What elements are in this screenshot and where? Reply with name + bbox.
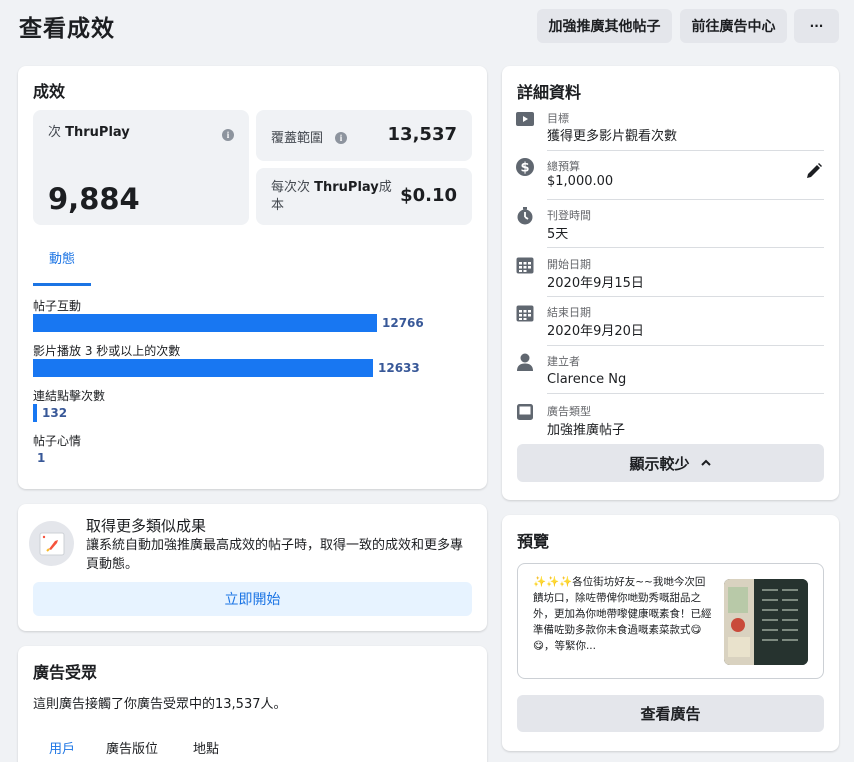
end-date-value: 2020年9月20日 [547, 324, 644, 339]
ad-preview-thumbnail [724, 579, 808, 665]
bar [33, 359, 373, 377]
calendar-icon [516, 305, 534, 322]
cost-per-thruplay-value: $0.10 [400, 185, 457, 206]
bar-label: 帖子互動 [33, 299, 82, 313]
ad-type-label: 廣告類型 [547, 405, 591, 418]
cost-per-thruplay-label: 每次次 ThruPlay成本 [271, 180, 392, 213]
audience-card: 廣告受眾 這則廣告接觸了你廣告受眾中的13,537人。 用戶 廣告版位 地點 [18, 646, 487, 762]
calendar-icon [516, 257, 534, 274]
boost-other-posts-button[interactable]: 加強推廣其他帖子 [537, 9, 672, 43]
view-ad-button[interactable]: 查看廣告 [517, 695, 824, 732]
objective-value: 獲得更多影片觀看次數 [547, 129, 678, 144]
reach-value: 13,537 [387, 124, 457, 145]
ad-preview-text: ✨✨✨各位街坊好友~~我哋今次回饋坊口，除咗帶俾你哋勁秀嘅甜品之外，更加為你哋帶… [533, 576, 712, 652]
budget-value: $1,000.00 [547, 174, 614, 189]
bar [33, 314, 377, 332]
tab-placements[interactable]: 廣告版位 [106, 738, 158, 757]
budget-label: 總預算 [547, 160, 580, 173]
bar-label: 連結點擊次數 [33, 389, 106, 403]
performance-card: 成效 次 ThruPlay i 9,884 覆蓋範圍 i 13,537 每次次 … [18, 66, 487, 489]
performance-title: 成效 [33, 82, 66, 101]
bar-value-label: 132 [42, 406, 68, 420]
duration-value: 5天 [547, 227, 569, 242]
divider [547, 345, 824, 346]
tab-locations[interactable]: 地點 [193, 738, 219, 757]
bar [33, 404, 37, 422]
show-less-button[interactable]: 顯示較少 [517, 444, 824, 482]
divider [547, 150, 824, 151]
divider [547, 296, 824, 297]
divider [547, 199, 824, 200]
reach-label: 覆蓋範圍 [271, 131, 324, 146]
stopwatch-icon [517, 207, 533, 225]
start-date-value: 2020年9月15日 [547, 276, 644, 291]
bar-value-label: 12633 [378, 361, 420, 375]
person-icon [517, 353, 533, 371]
edit-pencil-icon[interactable] [804, 161, 824, 181]
page-title: 查看成效 [19, 16, 115, 42]
tab-users[interactable]: 用戶 [49, 738, 75, 757]
bar-value-label: 1 [37, 451, 46, 465]
audience-title: 廣告受眾 [33, 663, 98, 682]
cost-per-thruplay-tile: 每次次 ThruPlay成本 $0.10 [256, 168, 472, 225]
ad-type-value: 加強推廣帖子 [547, 423, 626, 438]
bar-label: 影片播放 3 秒或以上的次數 [33, 344, 181, 358]
audience-body: 這則廣告接觸了你廣告受眾中的13,537人。 [33, 697, 287, 712]
reach-tile: 覆蓋範圍 i 13,537 [256, 110, 472, 161]
start-date-label: 開始日期 [547, 258, 591, 271]
duration-label: 刊登時間 [547, 209, 591, 222]
created-by-value: Clarence Ng [547, 372, 627, 387]
details-card: 詳細資料 目標 獲得更多影片觀看次數 $ 總預算 $1,000.00 刊登時間 … [502, 66, 839, 500]
preview-title: 預覽 [517, 532, 550, 551]
promo-body: 讓系統自動加強推廣最高成效的帖子時，取得一致的成效和更多專頁動態。 [86, 538, 464, 572]
tab-activity[interactable]: 動態 [49, 248, 75, 267]
dollar-icon: $ [516, 158, 534, 176]
created-by-label: 建立者 [547, 355, 580, 368]
divider [547, 393, 824, 394]
rocket-icon [29, 521, 74, 566]
ad-preview-box[interactable]: ✨✨✨各位街坊好友~~我哋今次回饋坊口，除咗帶俾你哋勁秀嘅甜品之外，更加為你哋帶… [517, 563, 824, 679]
promo-title: 取得更多類似成果 [86, 517, 207, 535]
end-date-label: 結束日期 [547, 306, 591, 319]
tab-activity-underline [33, 283, 91, 286]
chevron-up-icon [700, 459, 711, 466]
info-icon[interactable]: i [222, 129, 234, 141]
preview-card: 預覽 ✨✨✨各位街坊好友~~我哋今次回饋坊口，除咗帶俾你哋勁秀嘅甜品之外，更加為… [502, 515, 839, 751]
thruplay-value: 9,884 [48, 182, 140, 216]
video-icon [516, 112, 534, 126]
svg-text:$: $ [520, 161, 529, 176]
go-to-ads-center-button[interactable]: 前往廣告中心 [680, 9, 787, 43]
objective-label: 目標 [547, 112, 569, 125]
info-icon[interactable]: i [335, 132, 347, 144]
show-less-label: 顯示較少 [629, 454, 690, 473]
thruplay-label: 次 ThruPlay [48, 125, 130, 140]
more-options-button[interactable]: ··· [794, 9, 839, 43]
start-now-button[interactable]: 立即開始 [33, 582, 472, 616]
details-title: 詳細資料 [517, 83, 582, 102]
ad-type-icon [517, 404, 533, 420]
bar-label: 帖子心情 [33, 434, 82, 448]
divider [547, 247, 824, 248]
promo-card: 取得更多類似成果 讓系統自動加強推廣最高成效的帖子時，取得一致的成效和更多專頁動… [18, 504, 487, 631]
thruplay-tile: 次 ThruPlay i 9,884 [33, 110, 249, 225]
bar-value-label: 12766 [382, 316, 424, 330]
